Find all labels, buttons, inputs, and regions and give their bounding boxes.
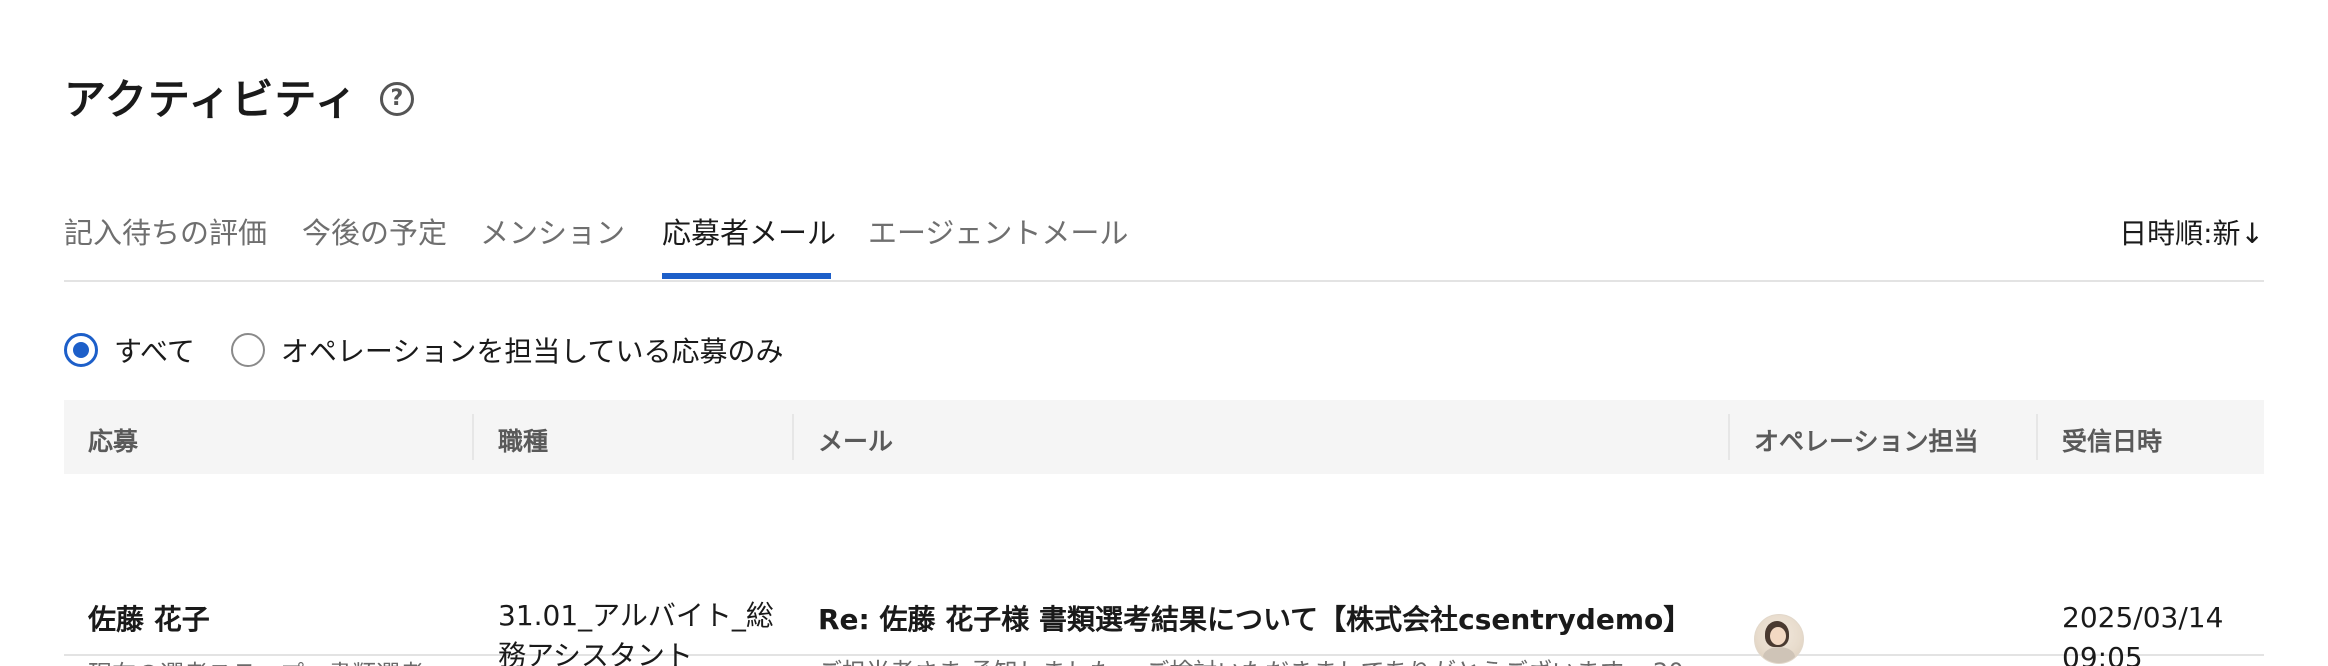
help-icon[interactable]: ?: [379, 81, 414, 116]
column-header-received[interactable]: 受信日時: [2062, 422, 2162, 458]
tab-upcoming-schedule[interactable]: 今後の予定: [302, 210, 447, 252]
filter-option-my-operations[interactable]: オペレーションを担当している応募のみ: [230, 330, 784, 370]
received-time: 09:05: [2062, 641, 2143, 666]
column-header-mail[interactable]: メール: [818, 422, 893, 458]
applicant-name[interactable]: 佐藤 花子: [88, 598, 424, 638]
column-header-application[interactable]: 応募: [88, 422, 138, 458]
tab-agent-mail[interactable]: エージェントメール: [868, 210, 1128, 252]
tab-applicant-mail[interactable]: 応募者メール: [662, 210, 836, 252]
table-row[interactable]: 佐藤 花子 現在の選考ステップ：書類選考 31.01_アルバイト_総務アシスタン…: [64, 474, 2264, 666]
operator-avatar: [1754, 614, 1804, 664]
mail-subject[interactable]: Re: 佐藤 花子様 書類選考結果について【株式会社csentrydemo】: [818, 598, 1708, 638]
radio-checked-icon[interactable]: [64, 333, 98, 367]
job-cell: 31.01_アルバイト_総務アシスタント: [498, 596, 778, 666]
applicant-step: 現在の選考ステップ：書類選考: [88, 654, 424, 666]
column-divider: [792, 414, 794, 460]
received-cell: 2025/03/14 09:05: [2062, 598, 2223, 666]
filter-option-my-operations-label: オペレーションを担当している応募のみ: [280, 335, 784, 368]
filter-option-all-label: すべて: [114, 335, 195, 368]
column-header-operator[interactable]: オペレーション担当: [1754, 422, 1979, 458]
radio-unchecked-icon[interactable]: [230, 333, 265, 367]
tab-bar: 記入待ちの評価 今後の予定 メンション 応募者メール エージェントメール 日時順…: [64, 200, 2264, 282]
received-date: 2025/03/14: [2062, 601, 2224, 634]
tab-pending-evaluations[interactable]: 記入待ちの評価: [64, 210, 267, 252]
filter-radio-group: すべて オペレーションを担当している応募のみ: [64, 330, 784, 370]
activity-page: アクティビティ ? 記入待ちの評価 今後の予定 メンション 応募者メール エージ…: [0, 0, 2328, 666]
filter-option-all[interactable]: すべて: [64, 330, 195, 370]
mail-preview: ご担当者さま 承知しました。 ご検討いただきましてありがとうございます。 20.…: [818, 652, 1708, 666]
table-header: 応募 職種 メール オペレーション担当 受信日時: [64, 400, 2264, 474]
page-title: アクティビティ: [64, 75, 358, 124]
mail-cell: Re: 佐藤 花子様 書類選考結果について【株式会社csentrydemo】 ご…: [818, 598, 1708, 666]
page-header: アクティビティ ?: [64, 66, 414, 127]
column-header-job[interactable]: 職種: [498, 422, 548, 458]
active-tab-indicator: [662, 273, 831, 279]
job-title: 31.01_アルバイト_総務アシスタント: [498, 599, 774, 666]
mail-table: 応募 職種 メール オペレーション担当 受信日時 佐藤 花子 現在の選考ステップ…: [64, 400, 2264, 666]
column-divider: [1728, 414, 1730, 460]
sort-button[interactable]: 日時順:新↓: [2119, 212, 2264, 252]
column-divider: [2036, 414, 2038, 460]
column-divider: [472, 414, 474, 460]
operator-cell: [1754, 614, 1804, 664]
tab-mentions[interactable]: メンション: [480, 210, 625, 252]
applicant-cell: 佐藤 花子 現在の選考ステップ：書類選考: [88, 598, 424, 666]
